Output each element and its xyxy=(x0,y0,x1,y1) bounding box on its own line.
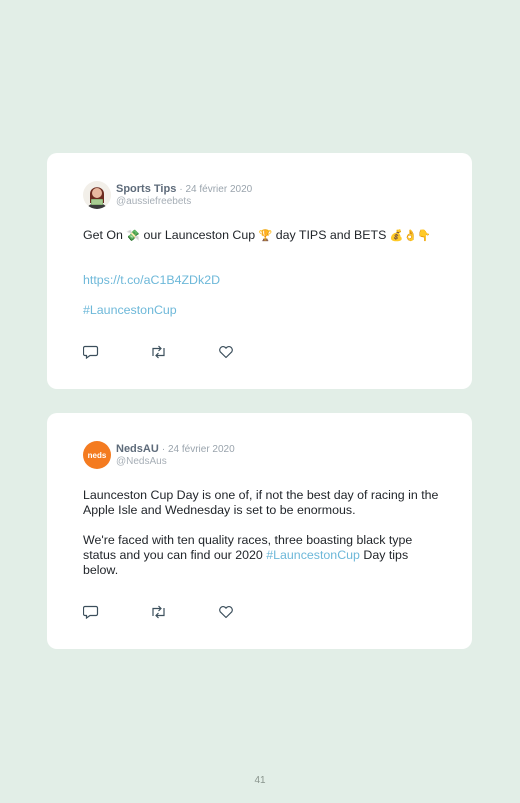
tweet-text-part: day TIPS and BETS xyxy=(272,228,390,242)
tweet-header: NedsAU · 24 février 2020 xyxy=(116,443,235,456)
woman-with-cash-avatar-icon xyxy=(83,181,111,209)
reply-icon[interactable] xyxy=(82,345,99,360)
tweet-card-sports-tips: Sports Tips · 24 février 2020 @aussiefre… xyxy=(47,153,472,389)
reply-icon[interactable] xyxy=(82,605,99,620)
tweet-date[interactable]: · 24 février 2020 xyxy=(162,444,235,455)
tweet-card-nedsau: neds NedsAU · 24 février 2020 @NedsAus L… xyxy=(47,413,472,649)
hashtag-link[interactable]: #LauncestonCup xyxy=(83,303,443,318)
money-with-wings-icon: 💸 xyxy=(126,229,141,242)
avatar[interactable] xyxy=(83,181,111,209)
avatar[interactable]: neds xyxy=(83,441,111,469)
tweet-text-part: our Launceston Cup xyxy=(140,228,259,242)
hashtag-link[interactable]: #LauncestonCup xyxy=(266,548,360,562)
like-icon[interactable] xyxy=(218,605,234,619)
neds-logo: neds xyxy=(87,450,107,460)
trophy-icon: 🏆 xyxy=(258,229,273,242)
tweet-text: Get On 💸 our Launceston Cup 🏆 day TIPS a… xyxy=(83,228,443,243)
tweet-paragraph: We're faced with ten quality races, thre… xyxy=(83,533,443,578)
tweet-actions xyxy=(82,345,243,361)
tweet-actions xyxy=(82,605,243,621)
retweet-icon[interactable] xyxy=(150,345,166,359)
author-name[interactable]: Sports Tips xyxy=(116,183,176,195)
tweet-link[interactable]: https://t.co/aC1B4ZDk2D xyxy=(83,273,443,288)
like-icon[interactable] xyxy=(218,345,234,359)
tweet-date[interactable]: · 24 février 2020 xyxy=(179,184,252,195)
tweet-text-part: Get On xyxy=(83,228,127,242)
author-handle[interactable]: @NedsAus xyxy=(116,456,167,468)
author-handle[interactable]: @aussiefreebets xyxy=(116,196,191,208)
retweet-icon[interactable] xyxy=(150,605,166,619)
author-name[interactable]: NedsAU xyxy=(116,443,159,455)
tweet-paragraph: Launceston Cup Day is one of, if not the… xyxy=(83,488,439,517)
money-bag-ok-pointing-down-icons: 💰👌👇 xyxy=(389,229,431,242)
tweet-header: Sports Tips · 24 février 2020 xyxy=(116,183,252,196)
page-number: 41 xyxy=(254,775,266,786)
